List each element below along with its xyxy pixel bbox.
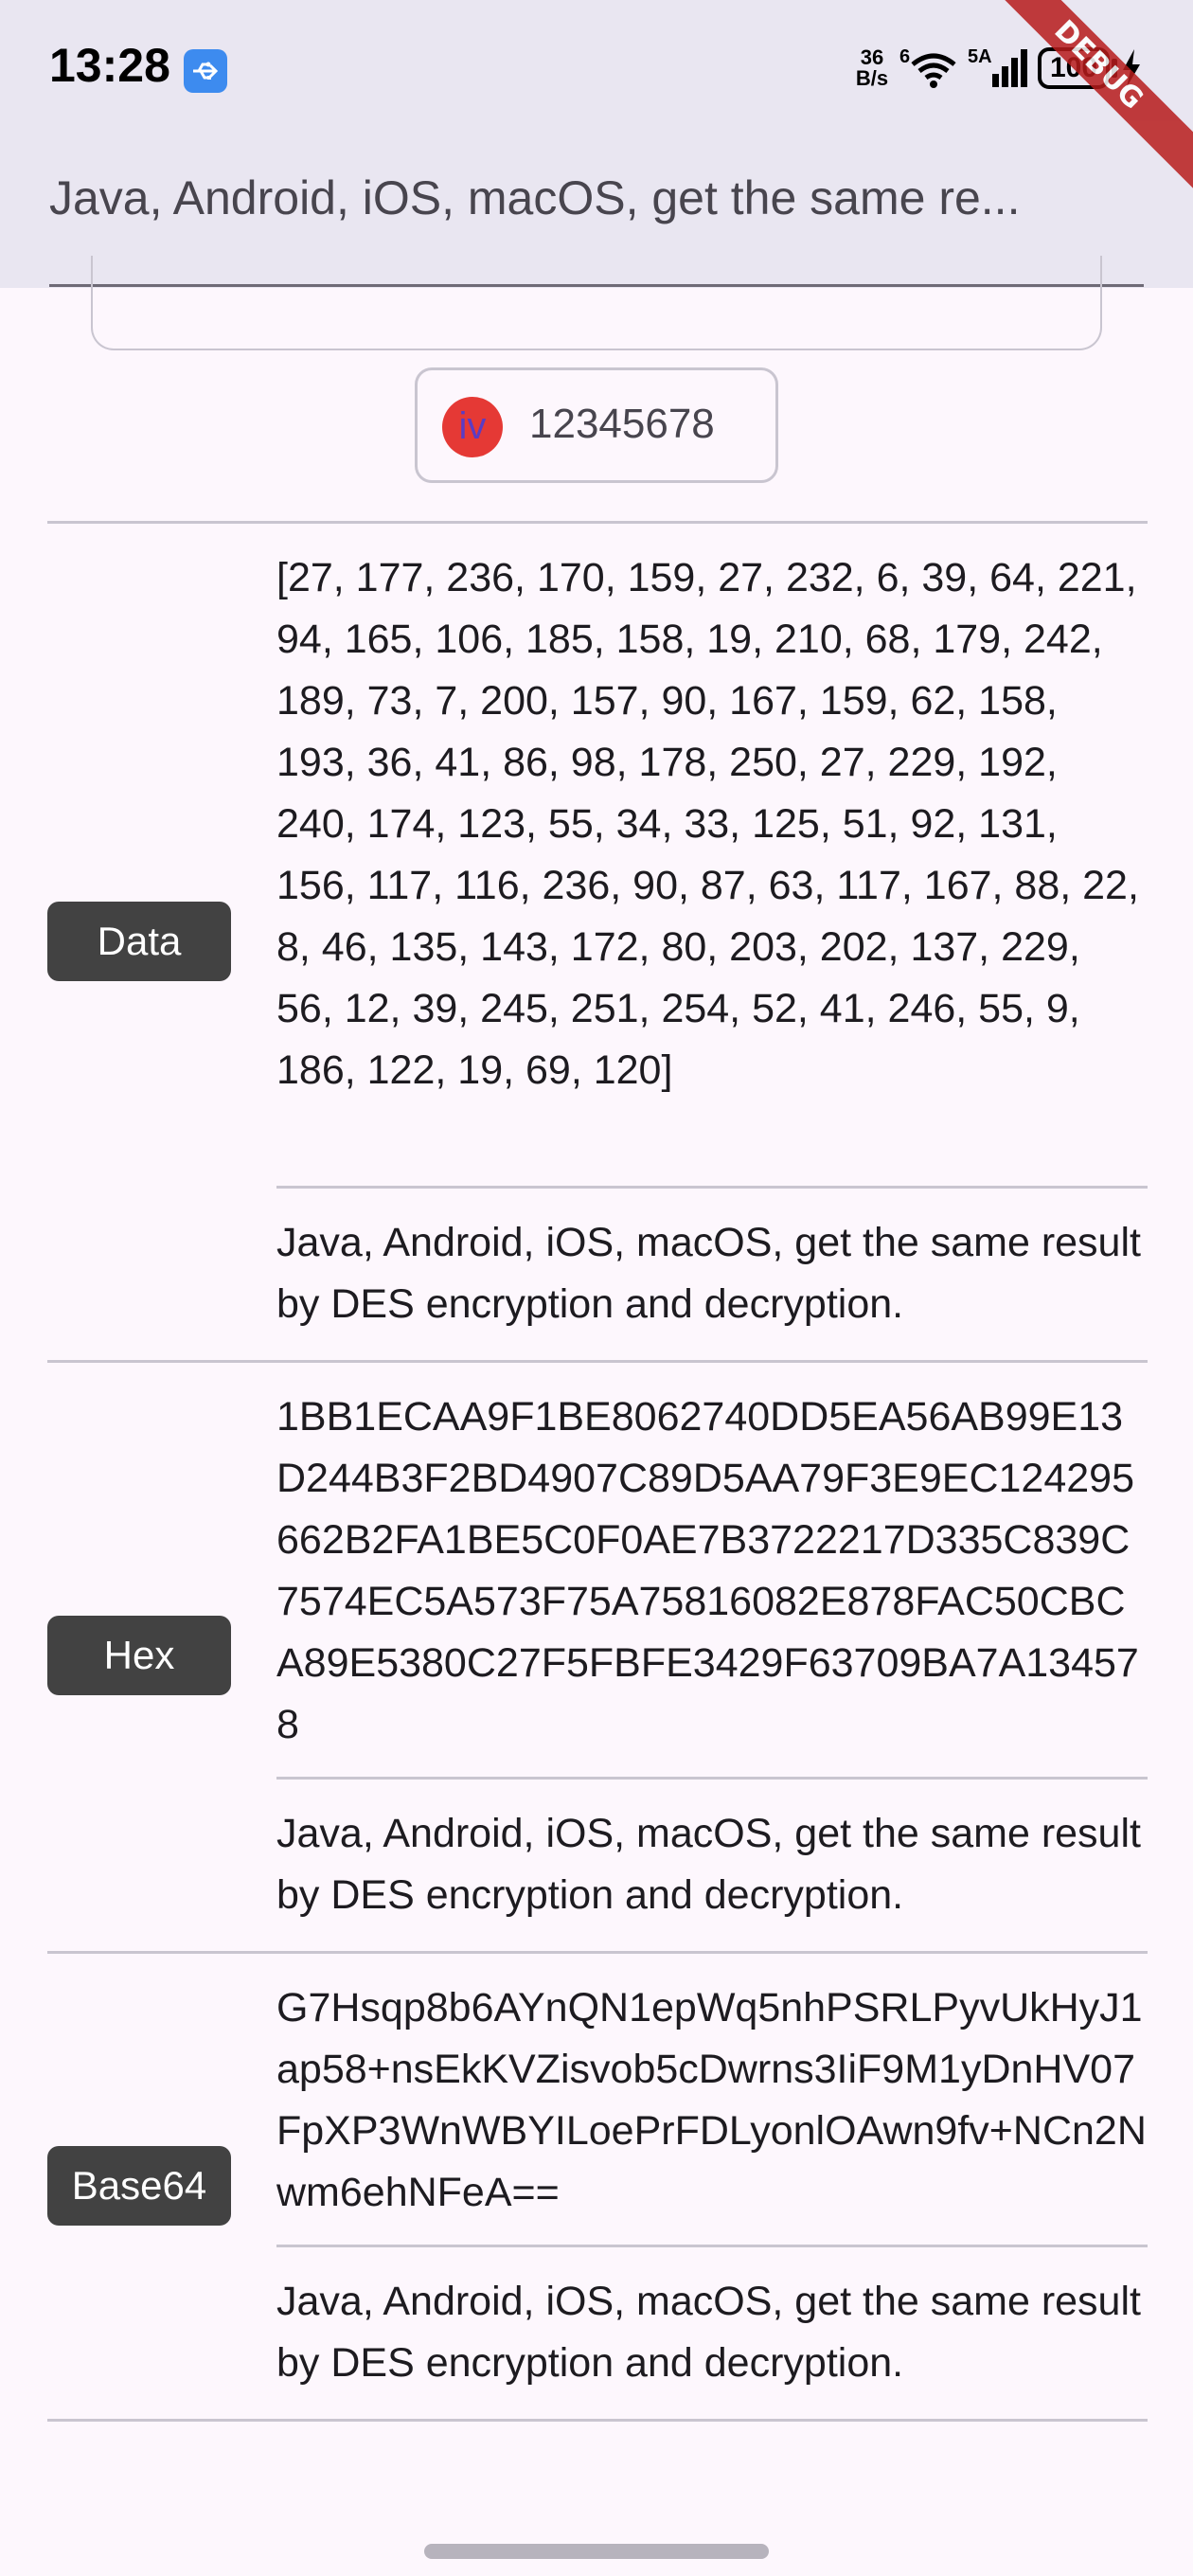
network-speed-value: 36 [860, 45, 884, 69]
data-decrypted-text: Java, Android, iOS, macOS, get the same … [276, 1220, 1141, 1327]
hex-label-chip[interactable]: Hex [47, 1616, 231, 1695]
divider [47, 1360, 1148, 1363]
usb-icon [184, 49, 227, 93]
divider [276, 1777, 1148, 1780]
status-bar: 13:28 36 B/s 6 5A [0, 0, 1193, 142]
divider [47, 2419, 1148, 2422]
divider [276, 1186, 1148, 1189]
hex-decrypted-text: Java, Android, iOS, macOS, get the same … [276, 1811, 1141, 1918]
wifi-version: 6 [899, 46, 910, 67]
iv-avatar: iv [442, 397, 503, 457]
divider [47, 521, 1148, 524]
plaintext-input[interactable]: Java, Android, iOS, macOS, get the same … [49, 170, 1148, 225]
home-indicator[interactable] [424, 2544, 769, 2559]
app-bar: 13:28 36 B/s 6 5A Java, Android, iOS, ma… [0, 0, 1193, 288]
base64-label-chip[interactable]: Base64 [47, 2146, 231, 2226]
wifi-icon: 6 [899, 45, 958, 93]
iv-value: 12345678 [529, 401, 715, 447]
base64-decrypted-text: Java, Android, iOS, macOS, get the same … [276, 2279, 1141, 2386]
network-type: 5A [968, 46, 992, 67]
key-input-field[interactable] [91, 256, 1102, 350]
iv-chip[interactable]: iv 12345678 [415, 367, 778, 483]
status-time: 13:28 [49, 39, 170, 92]
divider [47, 1951, 1148, 1954]
divider [276, 2245, 1148, 2247]
hex-encrypted-text: 1BB1ECAA9F1BE8062740DD5EA56AB99E13D244B3… [276, 1394, 1139, 1747]
network-speed: 36 B/s [852, 47, 892, 89]
signal-icon: 5A [968, 45, 1030, 93]
base64-encrypted-text: G7Hsqp8b6AYnQN1epWq5nhPSRLPyvUkHyJ1ap58+… [276, 1985, 1147, 2215]
network-speed-unit: B/s [855, 66, 889, 90]
data-label-chip[interactable]: Data [47, 902, 231, 981]
data-encrypted-text: [27, 177, 236, 170, 159, 27, 232, 6, 39,… [276, 555, 1139, 1093]
